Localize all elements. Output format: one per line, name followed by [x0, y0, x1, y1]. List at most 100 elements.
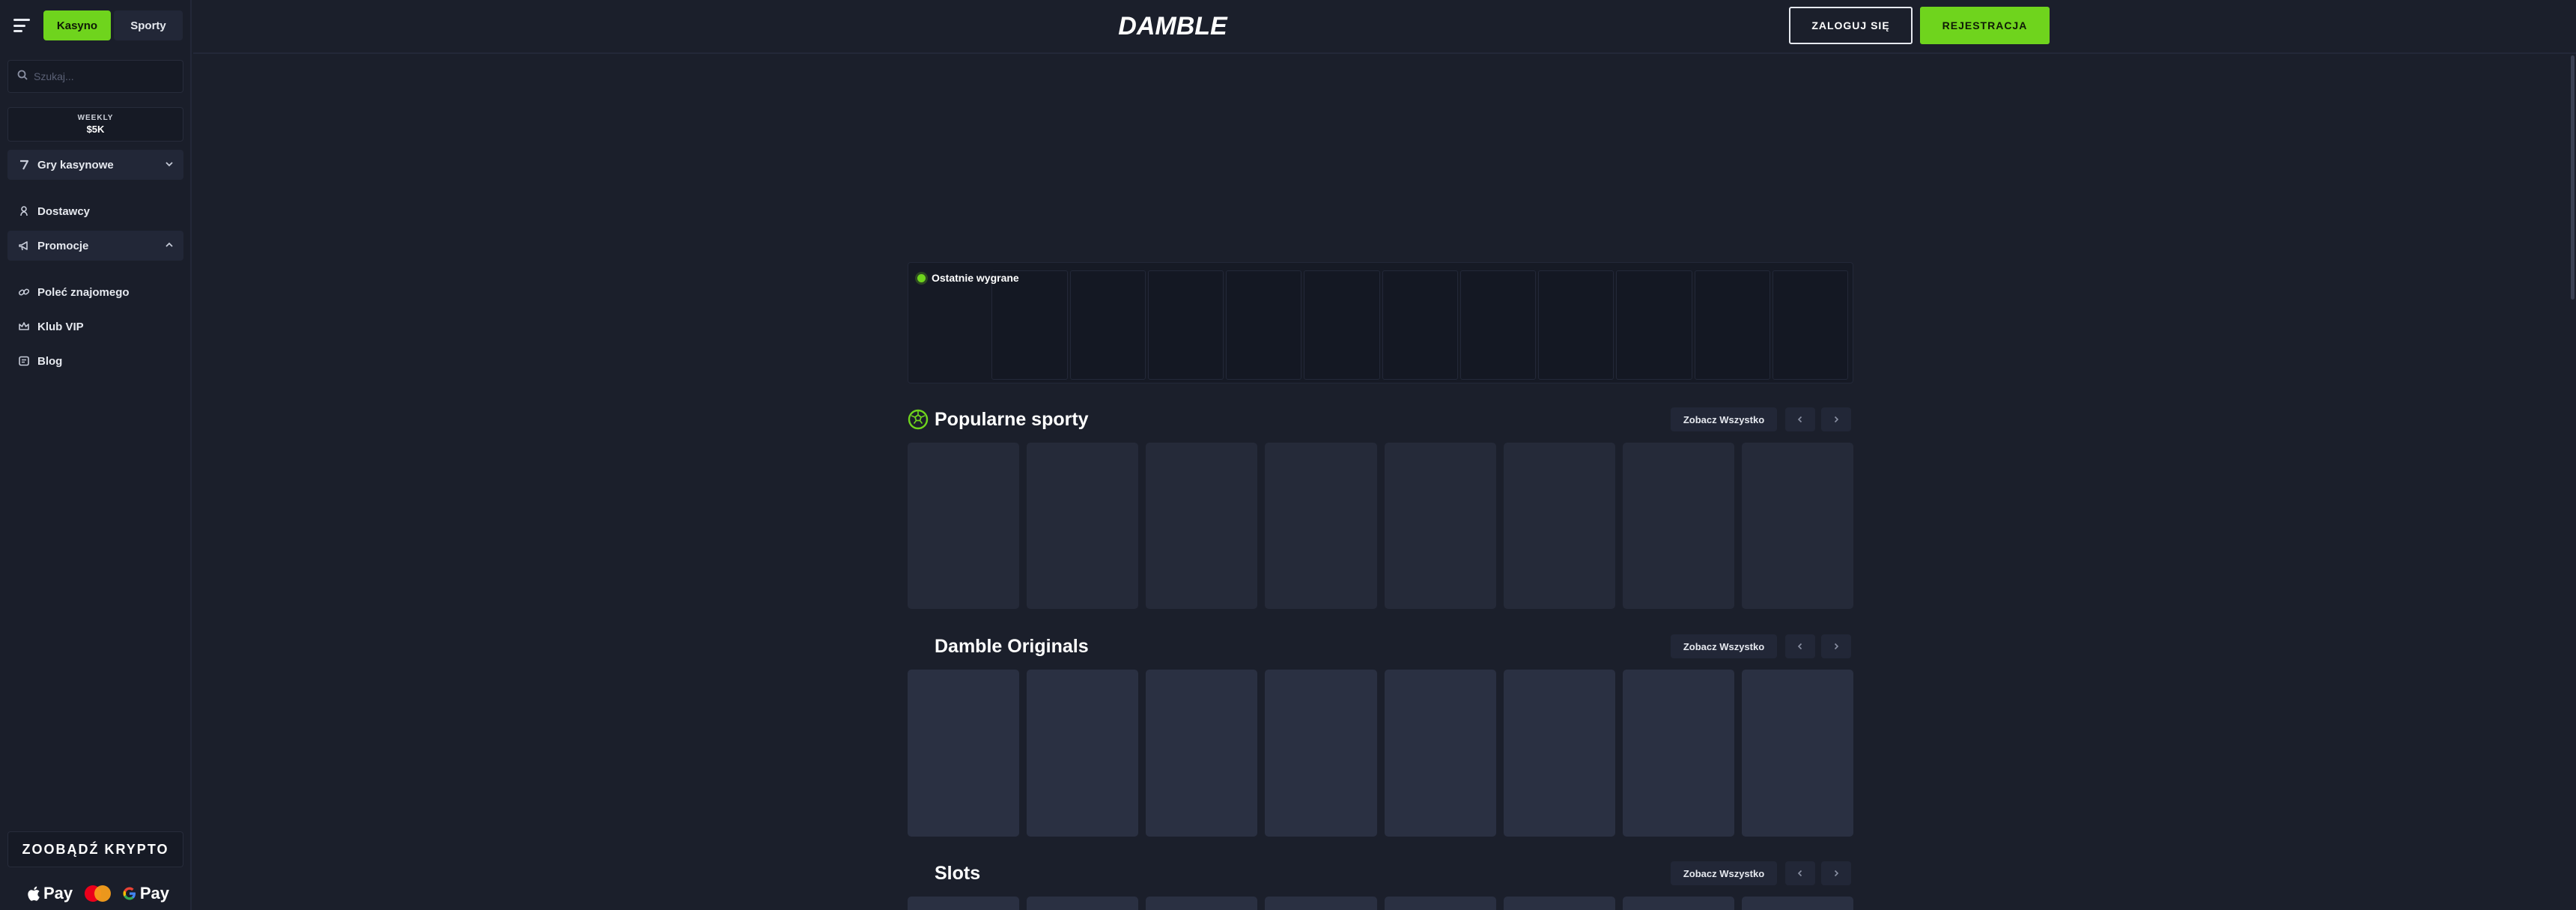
recent-win-card[interactable]	[1616, 270, 1692, 380]
sidebar-item-label: Dostawcy	[37, 204, 91, 218]
apple-icon	[28, 886, 40, 901]
sport-card[interactable]	[1027, 443, 1139, 609]
slots-cards	[908, 897, 1853, 910]
sport-card[interactable]	[1146, 443, 1258, 609]
sidebar-item-polec-znajomego[interactable]: Poleć znajomego	[7, 277, 183, 307]
recent-win-card[interactable]	[1304, 270, 1380, 380]
sidebar-item-label: Gry kasynowe	[37, 158, 114, 172]
game-card[interactable]	[1741, 897, 1853, 910]
recent-wins-list	[914, 270, 1848, 380]
sidebar-item-blog[interactable]: Blog	[7, 346, 183, 376]
link-icon	[18, 286, 30, 298]
game-card[interactable]	[1265, 670, 1377, 837]
chevron-right-icon	[1834, 870, 1839, 877]
popular-sports-cards	[908, 443, 1853, 609]
chevron-down-icon[interactable]	[164, 159, 174, 172]
recent-win-card[interactable]	[1459, 270, 1536, 380]
weekly-label: WEEKLY	[77, 114, 114, 122]
game-card[interactable]	[1146, 670, 1258, 837]
sidebar-item-label: Blog	[37, 354, 63, 368]
weekly-amount: $5K	[86, 124, 105, 135]
recent-wins-header: Ostatnie wygrane	[917, 272, 1019, 284]
crown-icon	[18, 321, 30, 333]
top-bar: DAMBLE ZALOGUJ SIĘ REJESTRACJA	[193, 0, 2576, 54]
next-arrow-button[interactable]	[1821, 407, 1851, 431]
slot-seven-icon	[18, 159, 30, 171]
register-button[interactable]: REJESTRACJA	[1920, 7, 2050, 44]
game-card[interactable]	[1027, 670, 1139, 837]
sport-card[interactable]	[1265, 443, 1377, 609]
recent-win-card[interactable]	[1772, 270, 1848, 380]
prev-arrow-button[interactable]	[1785, 634, 1815, 658]
weekly-banner[interactable]: WEEKLY $5K	[7, 107, 183, 142]
game-card[interactable]	[1741, 670, 1853, 837]
provider-icon	[18, 205, 30, 217]
see-all-button[interactable]: Zobacz Wszystko	[1671, 634, 1777, 658]
recent-win-card[interactable]	[1226, 270, 1302, 380]
section-title: Popularne sporty	[935, 409, 1089, 430]
apple-pay-logo: Pay	[27, 884, 73, 903]
search-icon	[17, 70, 28, 84]
tab-kasyno[interactable]: Kasyno	[43, 10, 111, 40]
sidebar-item-label: Klub VIP	[37, 320, 84, 333]
chevron-left-icon	[1797, 416, 1802, 423]
damble-logo[interactable]: DAMBLE	[1104, 13, 1242, 40]
sidebar-item-label: Promocje	[37, 239, 89, 252]
login-button[interactable]: ZALOGUJ SIĘ	[1789, 7, 1913, 44]
sport-card[interactable]	[1384, 443, 1496, 609]
live-indicator-icon	[917, 273, 926, 282]
chevron-left-icon	[1797, 870, 1802, 877]
google-pay-logo: Pay	[122, 884, 169, 903]
recent-win-card[interactable]	[1382, 270, 1458, 380]
game-card[interactable]	[1622, 897, 1734, 910]
see-all-button[interactable]: Zobacz Wszystko	[1671, 861, 1777, 885]
game-card[interactable]	[908, 897, 1020, 910]
recent-win-card[interactable]	[1538, 270, 1614, 380]
sidebar-item-dostawcy[interactable]: Dostawcy	[7, 196, 183, 226]
see-all-button[interactable]: Zobacz Wszystko	[1671, 407, 1777, 431]
section-header-slots: Slots Zobacz Wszystko	[908, 858, 1853, 888]
sport-card[interactable]	[1503, 443, 1615, 609]
recent-win-card[interactable]	[1069, 270, 1146, 380]
sport-card[interactable]	[908, 443, 1020, 609]
scrollbar-thumb[interactable]	[2571, 55, 2575, 300]
chevron-right-icon	[1834, 416, 1839, 423]
section-title: Damble Originals	[935, 636, 1089, 657]
chevron-up-icon[interactable]	[164, 240, 174, 253]
tab-sporty[interactable]: Sporty	[114, 10, 183, 40]
sport-card[interactable]	[1741, 443, 1853, 609]
game-card[interactable]	[908, 670, 1020, 837]
apple-pay-label: Pay	[43, 884, 73, 903]
game-card[interactable]	[1265, 897, 1377, 910]
game-card[interactable]	[1503, 897, 1615, 910]
search-input[interactable]	[34, 70, 176, 82]
sidebar-item-promocje[interactable]: Promocje	[7, 231, 183, 261]
sidebar-item-gry-kasynowe[interactable]: Gry kasynowe	[7, 150, 183, 180]
search-box	[7, 60, 183, 93]
recent-win-card[interactable]	[1147, 270, 1224, 380]
sport-card[interactable]	[1622, 443, 1734, 609]
menu-icon[interactable]	[13, 19, 30, 32]
logo-text: DAMBLE	[1118, 13, 1228, 40]
game-card[interactable]	[1146, 897, 1258, 910]
megaphone-icon	[18, 240, 30, 252]
next-arrow-button[interactable]	[1821, 634, 1851, 658]
game-card[interactable]	[1622, 670, 1734, 837]
buy-crypto-button[interactable]: ZOOBĄDŹ KRYPTO	[7, 831, 183, 867]
prev-arrow-button[interactable]	[1785, 861, 1815, 885]
game-card[interactable]	[1503, 670, 1615, 837]
chevron-right-icon	[1834, 643, 1839, 650]
sidebar-item-klub-vip[interactable]: Klub VIP	[7, 312, 183, 342]
game-card[interactable]	[1027, 897, 1139, 910]
recent-win-card[interactable]	[991, 270, 1068, 380]
mastercard-logo	[84, 885, 111, 902]
chevron-left-icon	[1797, 643, 1802, 650]
sidebar: Kasyno Sporty WEEKLY $5K Gry kasynowe Do…	[0, 0, 192, 910]
section-header-popular-sports: Popularne sporty Zobacz Wszystko	[908, 404, 1853, 434]
game-card[interactable]	[1384, 897, 1496, 910]
recent-win-card[interactable]	[1694, 270, 1770, 380]
next-arrow-button[interactable]	[1821, 861, 1851, 885]
game-card[interactable]	[1384, 670, 1496, 837]
sidebar-item-label: Poleć znajomego	[37, 285, 130, 299]
prev-arrow-button[interactable]	[1785, 407, 1815, 431]
